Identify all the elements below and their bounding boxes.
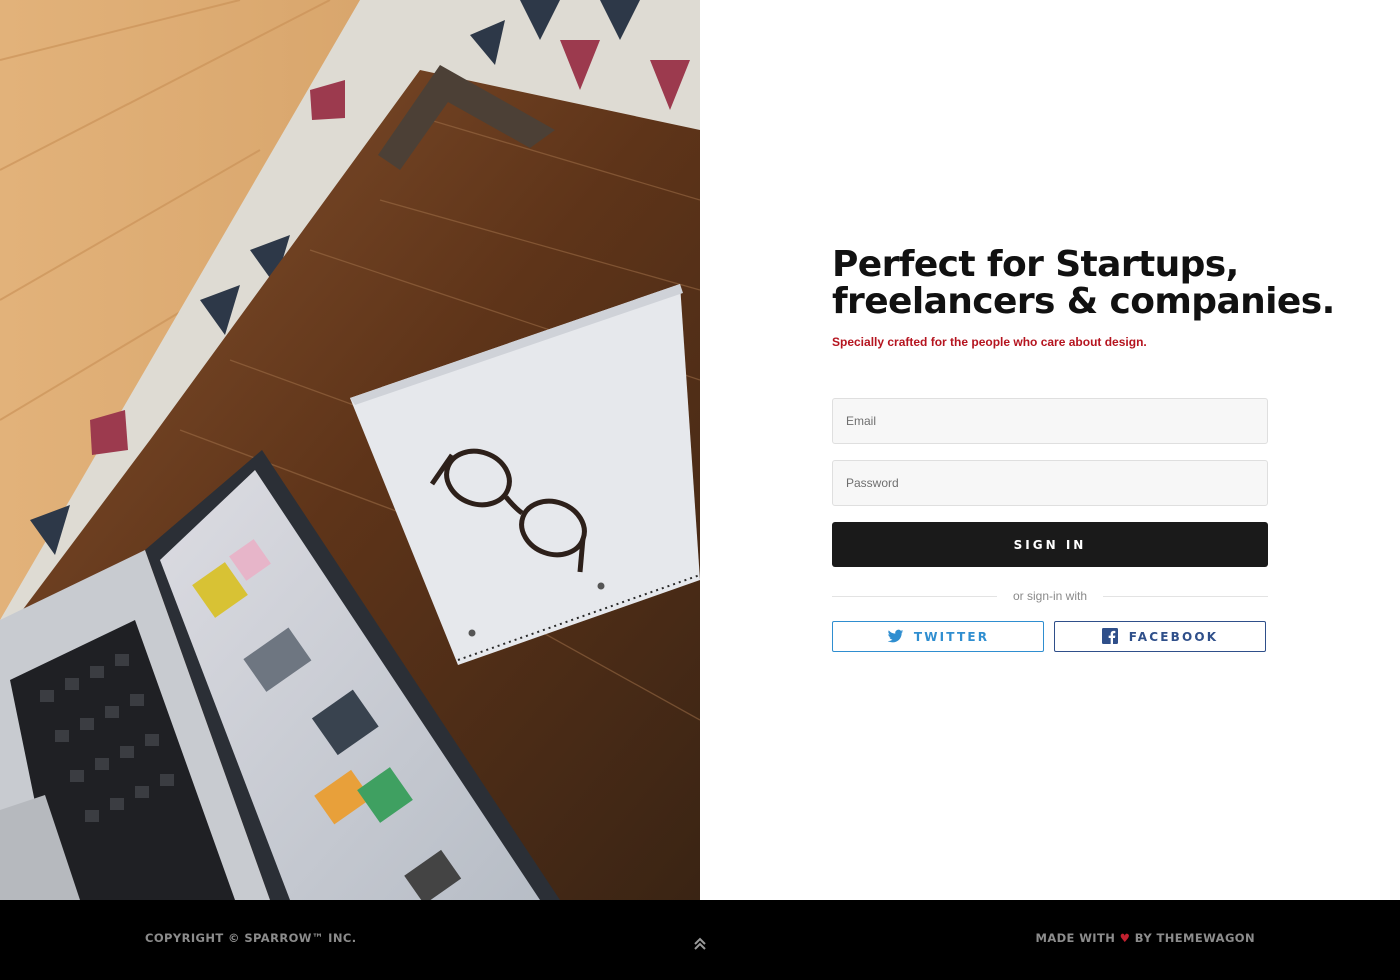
subtitle: Specially crafted for the people who car… — [832, 335, 1147, 349]
sign-in-button[interactable]: SIGN IN — [832, 522, 1268, 567]
divider-rule-left — [832, 595, 997, 597]
divider-text: or sign-in with — [1012, 589, 1088, 603]
email-field-wrapper — [832, 398, 1268, 444]
sign-in-panel: Perfect for Startups, freelancers & comp… — [832, 0, 1335, 900]
divider-rule-right — [1103, 595, 1268, 597]
credits-text: MADE WITH ♥ BY THEMEWAGON — [1035, 931, 1255, 945]
twitter-icon — [887, 628, 904, 645]
hero-photo-art — [0, 0, 700, 900]
password-field-wrapper — [832, 460, 1268, 506]
site-footer: COPYRIGHT © SPARROW™ INC. MADE WITH ♥ BY… — [0, 900, 1400, 980]
twitter-label: TWITTER — [913, 629, 990, 644]
themewagon-link[interactable]: BY THEMEWAGON — [1135, 931, 1255, 945]
back-to-top-button[interactable] — [690, 934, 710, 954]
chevron-double-up-icon — [694, 937, 706, 950]
hero-image — [0, 0, 700, 900]
facebook-label: FACEBOOK — [1128, 629, 1219, 644]
facebook-icon — [1101, 628, 1119, 645]
page-headline: Perfect for Startups, freelancers & comp… — [832, 244, 1335, 322]
copyright-text: COPYRIGHT © SPARROW™ INC. — [145, 931, 357, 945]
password-field[interactable] — [833, 461, 1267, 505]
headline-line-2: freelancers & companies. — [832, 281, 1335, 322]
made-with-text: MADE WITH — [1035, 931, 1116, 945]
email-field[interactable] — [833, 399, 1267, 443]
twitter-sign-in-button[interactable]: TWITTER — [832, 621, 1044, 652]
facebook-sign-in-button[interactable]: FACEBOOK — [1054, 621, 1266, 652]
headline-line-1: Perfect for Startups, — [832, 244, 1239, 285]
heart-icon: ♥ — [1119, 931, 1131, 945]
social-divider: or sign-in with — [832, 588, 1268, 604]
